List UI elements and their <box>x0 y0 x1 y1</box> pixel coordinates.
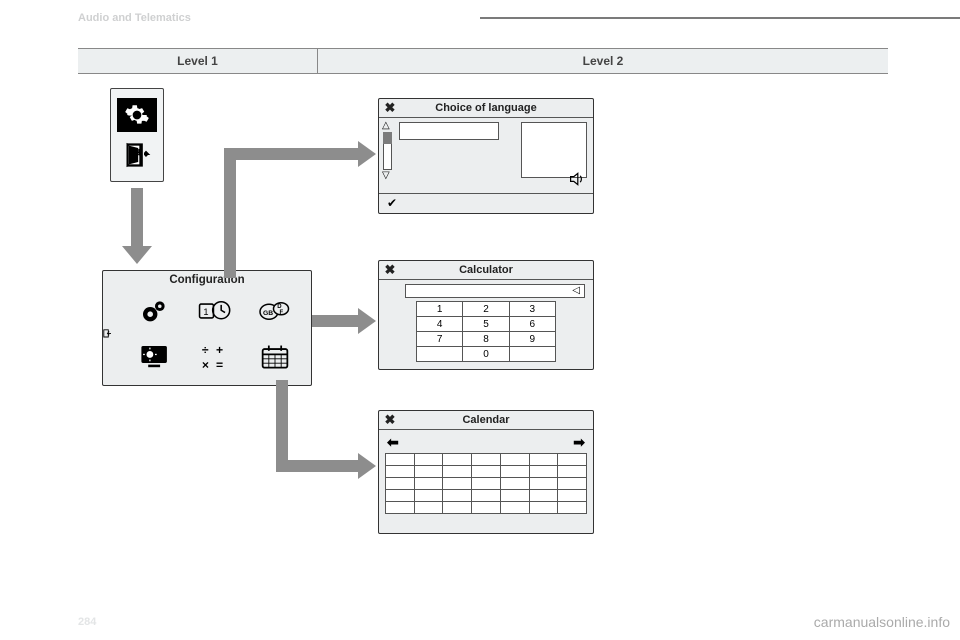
key-6[interactable]: 6 <box>509 317 555 332</box>
close-icon[interactable]: ✖ <box>379 262 401 278</box>
gear-icon <box>117 98 157 132</box>
key-blank-right[interactable] <box>509 347 555 362</box>
svg-text:÷: ÷ <box>202 343 209 357</box>
scroll-up-icon[interactable]: △ <box>382 120 390 131</box>
svg-text:=: = <box>216 358 223 372</box>
language-globe-icon: GB DF <box>247 290 303 332</box>
calendar-panel-title: Calendar <box>401 411 593 429</box>
key-8[interactable]: 8 <box>463 332 509 347</box>
level-1-header: Level 1 <box>78 49 318 73</box>
key-5[interactable]: 5 <box>463 317 509 332</box>
level-header: Level 1 Level 2 <box>78 48 888 74</box>
svg-text:F: F <box>280 310 284 316</box>
clock-date-icon: 1 <box>187 290 243 332</box>
svg-text:1: 1 <box>203 307 208 317</box>
arrow-to-calculator <box>312 315 378 341</box>
key-4[interactable]: 4 <box>417 317 463 332</box>
calculator-panel-title: Calculator <box>401 261 593 279</box>
settings-entry-box <box>110 88 164 182</box>
arrow-to-calendar <box>276 380 378 480</box>
svg-text:+: + <box>216 343 223 357</box>
header-rule <box>480 17 960 19</box>
language-panel: ✖ Choice of language △ ▽ ✔ <box>378 98 594 214</box>
calendar-prev-icon[interactable]: ⬅ <box>387 434 399 451</box>
key-1[interactable]: 1 <box>417 302 463 317</box>
level-2-header: Level 2 <box>318 49 888 73</box>
scroll-down-icon[interactable]: ▽ <box>382 170 390 181</box>
calculator-keypad: 123 456 789 0 <box>416 301 556 362</box>
calculator-display: ◁ <box>405 284 585 298</box>
back-icon <box>101 326 115 342</box>
exit-icon <box>117 138 157 172</box>
calendar-icon <box>247 336 303 378</box>
speaker-icon[interactable] <box>569 172 585 191</box>
close-icon[interactable]: ✖ <box>379 412 401 428</box>
svg-text:GB: GB <box>263 310 273 317</box>
configuration-title: Configuration <box>103 271 311 288</box>
key-2[interactable]: 2 <box>463 302 509 317</box>
language-panel-title: Choice of language <box>401 99 593 117</box>
arrow-to-language <box>224 148 378 278</box>
calendar-next-icon[interactable]: ➡ <box>573 434 585 451</box>
gears-icon <box>127 290 183 332</box>
calendar-grid <box>385 453 587 514</box>
calculator-panel: ✖ Calculator ◁ 123 456 789 0 <box>378 260 594 370</box>
confirm-button[interactable]: ✔ <box>379 193 593 211</box>
language-preview-box <box>521 122 587 178</box>
arrow-down <box>125 188 149 264</box>
brightness-monitor-icon <box>127 336 183 378</box>
diagram-stage: Configuration 1 GB DF ÷ + × = <box>78 80 888 620</box>
key-9[interactable]: 9 <box>509 332 555 347</box>
page-section-title: Audio and Telematics <box>78 12 191 24</box>
key-7[interactable]: 7 <box>417 332 463 347</box>
svg-text:×: × <box>202 358 209 372</box>
close-icon[interactable]: ✖ <box>379 100 401 116</box>
calendar-panel: ✖ Calendar ⬅ ➡ <box>378 410 594 534</box>
scrollbar-thumb[interactable] <box>383 132 392 144</box>
calculator-ops-icon: ÷ + × = <box>187 336 243 378</box>
key-3[interactable]: 3 <box>509 302 555 317</box>
key-blank-left[interactable] <box>417 347 463 362</box>
key-0[interactable]: 0 <box>463 347 509 362</box>
configuration-panel: Configuration 1 GB DF ÷ + × = <box>102 270 312 386</box>
svg-text:D: D <box>277 304 282 310</box>
language-list-item[interactable] <box>399 122 499 140</box>
